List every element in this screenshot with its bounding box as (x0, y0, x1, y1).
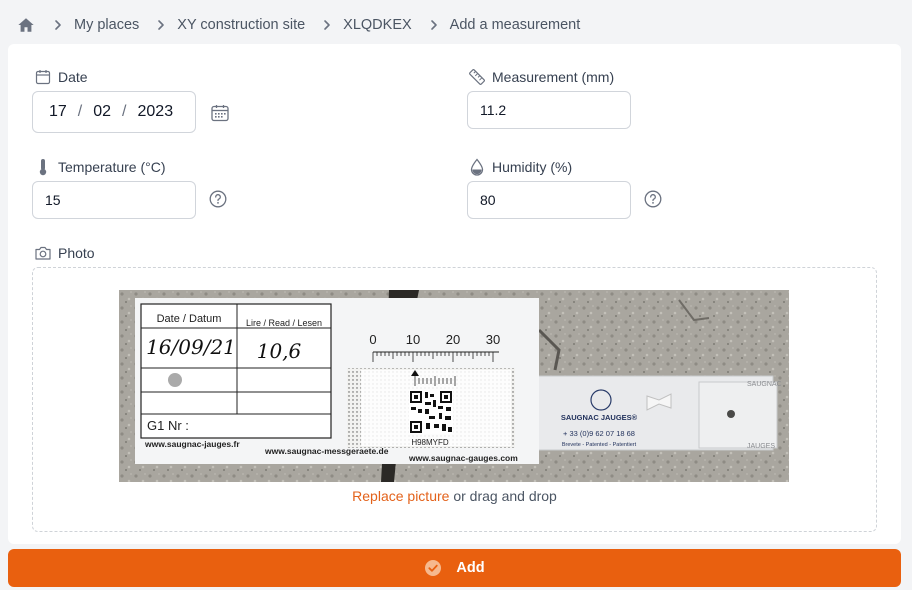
date-separator: / (77, 103, 83, 120)
chevron-right-icon (48, 15, 68, 35)
breadcrumb-item-current: Add a measurement (449, 17, 581, 33)
breadcrumb: My places XY construction site XLQDKEX A… (16, 13, 580, 37)
droplet-icon (468, 158, 486, 176)
photo-brand-side2: JAUGES (747, 443, 775, 450)
photo-card-read-header: Lire / Read / Lesen (246, 318, 322, 328)
photo-scale-20: 20 (446, 332, 460, 347)
temperature-value: 15 (45, 192, 61, 208)
photo-scale-10: 10 (406, 332, 420, 347)
date-label: Date (58, 69, 88, 85)
date-separator: / (122, 103, 127, 120)
measurement-field: Measurement (mm) (468, 67, 614, 87)
measurement-label: Measurement (mm) (492, 69, 615, 85)
photo-dropzone[interactable]: SAUGNAC JAUGES® + 33 (0)9 62 07 18 68 Br… (32, 267, 877, 532)
measurement-form: Date 17 / 02 / 2023 Measurement (mm) 11.… (8, 44, 901, 544)
photo-phone: + 33 (0)9 62 07 18 68 (563, 429, 635, 438)
chevron-right-icon (151, 15, 171, 35)
humidity-input[interactable]: 80 (467, 181, 631, 219)
temperature-field: Temperature (°C) (34, 157, 166, 177)
photo-patent: Brevete - Patented - Patentiert (562, 442, 637, 448)
add-button[interactable]: Add (8, 549, 901, 587)
photo-brand: SAUGNAC JAUGES® (561, 413, 638, 422)
home-icon[interactable] (16, 15, 36, 35)
photo-scale-30: 30 (486, 332, 500, 347)
qr-code-image (409, 390, 453, 434)
photo-label: Photo (58, 245, 95, 261)
help-icon[interactable] (644, 190, 662, 208)
photo-card-date-header: Date / Datum (157, 313, 222, 325)
camera-icon (34, 244, 52, 262)
humidity-field: Humidity (%) (468, 157, 572, 177)
replace-picture-link[interactable]: Replace picture (352, 488, 449, 504)
photo-field: Photo (34, 243, 95, 263)
dropzone-text: Replace picture or drag and drop (33, 488, 876, 504)
photo-card-date-value: 16/09/21 (146, 335, 236, 359)
add-button-label: Add (456, 560, 485, 576)
humidity-value: 80 (480, 192, 496, 208)
calendar-picker-icon[interactable] (210, 103, 230, 123)
photo-brand-side: SAUGNAC (747, 381, 782, 388)
photo-scale-0: 0 (369, 332, 376, 347)
date-field: Date (34, 67, 88, 87)
chevron-right-icon (317, 15, 337, 35)
photo-preview: SAUGNAC JAUGES® + 33 (0)9 62 07 18 68 Br… (119, 290, 789, 482)
photo-card-url-3: www.saugnac-gauges.com (408, 453, 518, 463)
temperature-input[interactable]: 15 (32, 181, 196, 219)
humidity-label: Humidity (%) (492, 159, 573, 175)
help-icon[interactable] (209, 190, 227, 208)
photo-card-read-value: 10,6 (257, 339, 302, 363)
calendar-icon (34, 68, 52, 86)
photo-card-g1: G1 Nr : (147, 418, 189, 433)
date-day[interactable]: 17 (49, 103, 67, 121)
date-input[interactable]: 17 / 02 / 2023 (32, 91, 196, 133)
chevron-right-icon (424, 15, 444, 35)
date-year[interactable]: 2023 (138, 103, 174, 121)
breadcrumb-item-my-places[interactable]: My places (74, 17, 139, 33)
temperature-label: Temperature (°C) (58, 159, 166, 175)
check-circle-icon (424, 559, 442, 577)
breadcrumb-item-site[interactable]: XY construction site (177, 17, 305, 33)
thermometer-icon (34, 158, 52, 176)
measurement-input[interactable]: 11.2 (467, 91, 631, 129)
photo-card-url-1: www.saugnac-jauges.fr (144, 439, 240, 449)
date-month[interactable]: 02 (93, 103, 111, 121)
drag-drop-text: or drag and drop (449, 488, 557, 504)
photo-qr-code-text: H98MYFD (411, 438, 449, 447)
measurement-value: 11.2 (480, 102, 507, 118)
ruler-icon (468, 68, 486, 86)
breadcrumb-item-gauge[interactable]: XLQDKEX (343, 17, 412, 33)
